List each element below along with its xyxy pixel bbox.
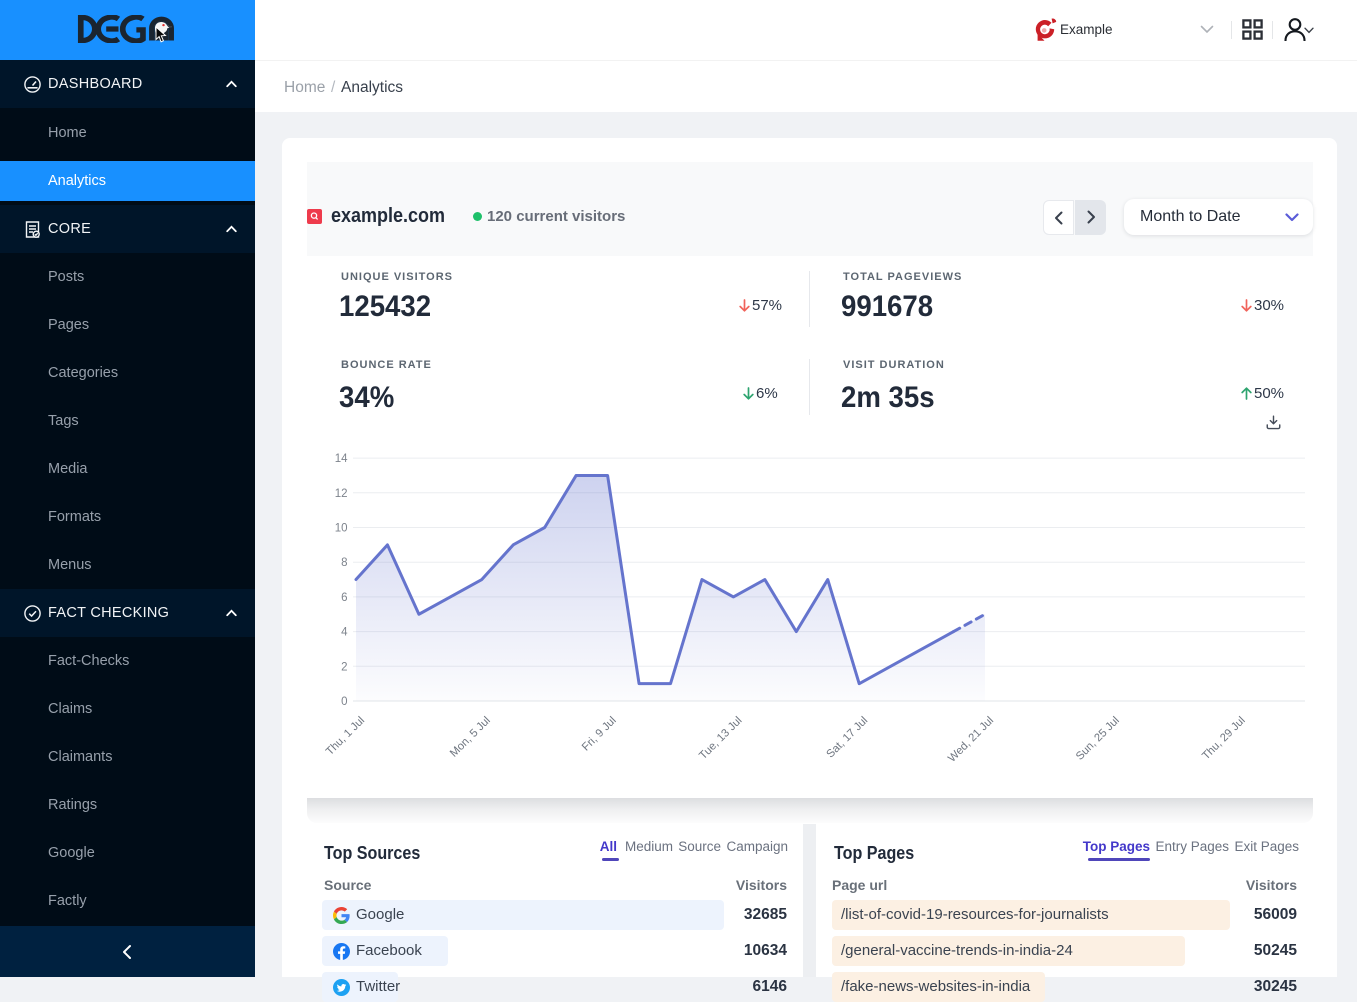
svg-text:Mon, 5 Jul: Mon, 5 Jul: [448, 715, 493, 760]
svg-text:Wed, 21 Jul: Wed, 21 Jul: [946, 715, 996, 765]
svg-text:6: 6: [341, 592, 347, 604]
svg-text:8: 8: [341, 557, 347, 569]
svg-text:Sat, 17 Jul: Sat, 17 Jul: [824, 715, 870, 761]
svg-text:Tue, 13 Jul: Tue, 13 Jul: [697, 715, 744, 762]
svg-text:Thu, 29 Jul: Thu, 29 Jul: [1200, 715, 1248, 763]
svg-text:0: 0: [341, 696, 347, 708]
svg-text:2: 2: [341, 661, 347, 673]
svg-text:10: 10: [335, 523, 348, 535]
svg-text:14: 14: [335, 453, 348, 465]
svg-text:4: 4: [341, 627, 348, 639]
svg-text:Thu, 1 Jul: Thu, 1 Jul: [324, 715, 367, 758]
svg-text:Fri, 9 Jul: Fri, 9 Jul: [580, 715, 619, 754]
svg-text:Sun, 25 Jul: Sun, 25 Jul: [1074, 715, 1122, 763]
svg-text:12: 12: [335, 488, 348, 500]
